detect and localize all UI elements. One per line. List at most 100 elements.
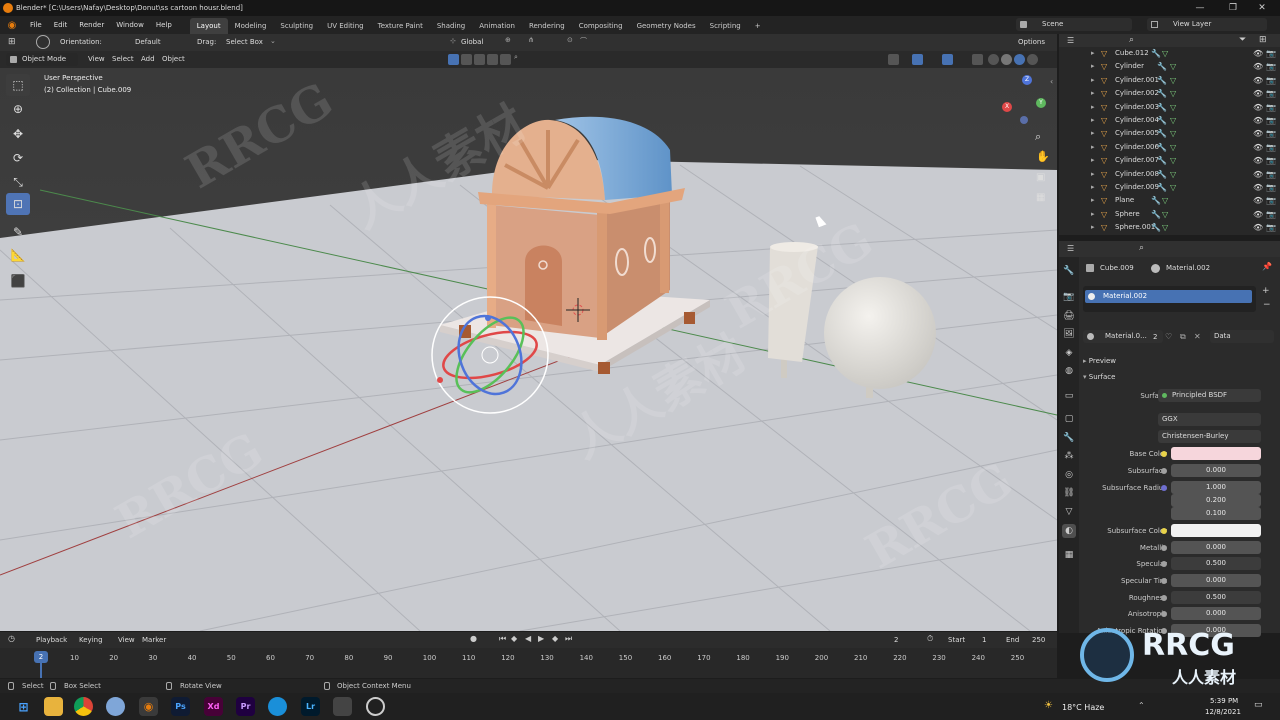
remove-slot-button[interactable]: − bbox=[1263, 300, 1271, 310]
xd-icon[interactable]: Xd bbox=[204, 697, 223, 716]
tab-sculpting[interactable]: Sculpting bbox=[273, 18, 320, 34]
visibility-eye-icon[interactable]: 👁 bbox=[1253, 74, 1263, 87]
output-tab-icon[interactable]: 🖨 bbox=[1062, 309, 1076, 323]
tab-geometry-nodes[interactable]: Geometry Nodes bbox=[630, 18, 703, 34]
modifier-tab-icon[interactable]: 🔧 bbox=[1062, 431, 1076, 445]
texture-tab-icon[interactable]: ▦ bbox=[1062, 548, 1076, 562]
render-camera-icon[interactable]: 📷 bbox=[1266, 194, 1276, 207]
tool-tab-icon[interactable]: 🔧 bbox=[1062, 264, 1076, 278]
material-slot-item[interactable]: Material.002 bbox=[1085, 290, 1252, 303]
camera-view-icon[interactable]: ▣ bbox=[1036, 172, 1045, 183]
menu-window[interactable]: Window bbox=[110, 16, 150, 34]
fake-user-icon[interactable]: ♡ bbox=[1165, 332, 1172, 341]
select-mode-subtract-icon[interactable] bbox=[474, 54, 485, 65]
modifier-icon[interactable]: 🔧 bbox=[1157, 114, 1167, 127]
measure-tool-icon[interactable]: 📐 bbox=[6, 244, 30, 266]
mesh-data-icon[interactable]: ▽ bbox=[1170, 114, 1176, 127]
socket-dot-icon[interactable] bbox=[1161, 611, 1167, 617]
playback-menu[interactable]: Playback bbox=[36, 634, 67, 647]
solid-shading-icon[interactable] bbox=[1001, 54, 1012, 65]
visibility-eye-icon[interactable]: 👁 bbox=[1253, 154, 1263, 167]
close-button[interactable]: ✕ bbox=[1242, 0, 1280, 16]
outliner-item[interactable]: ▸ ▽ Sphere 🔧 ▽ 👁 📷 bbox=[1059, 208, 1280, 221]
render-camera-icon[interactable]: 📷 bbox=[1266, 74, 1276, 87]
visibility-eye-icon[interactable]: 👁 bbox=[1253, 47, 1263, 60]
expand-arrow-icon[interactable]: ▸ bbox=[1091, 141, 1095, 154]
tab-uv-editing[interactable]: UV Editing bbox=[320, 18, 371, 34]
play-reverse-icon[interactable]: ◀ bbox=[525, 634, 531, 643]
render-camera-icon[interactable]: 📷 bbox=[1266, 181, 1276, 194]
render-camera-icon[interactable]: 📷 bbox=[1266, 47, 1276, 60]
visibility-eye-icon[interactable]: 👁 bbox=[1253, 181, 1263, 194]
play-icon[interactable]: ▶ bbox=[538, 634, 544, 643]
mesh-data-icon[interactable]: ▽ bbox=[1162, 47, 1168, 60]
menu-select[interactable]: Select bbox=[112, 53, 134, 66]
outliner-item[interactable]: ▸ ▽ Cylinder 🔧 ▽ 👁 📷 bbox=[1059, 60, 1280, 73]
timeline-editor-icon[interactable]: ◷ bbox=[8, 634, 15, 643]
visibility-eye-icon[interactable]: 👁 bbox=[1253, 101, 1263, 114]
mesh-data-icon[interactable]: ▽ bbox=[1170, 87, 1176, 100]
properties-editor-icon[interactable]: ☰ bbox=[1067, 244, 1074, 253]
jump-end-icon[interactable]: ⏭ bbox=[565, 634, 572, 644]
particles-tab-icon[interactable]: ⁂ bbox=[1062, 449, 1076, 463]
visibility-eye-icon[interactable]: 👁 bbox=[1253, 87, 1263, 100]
filter-icon[interactable]: ⏷ bbox=[1239, 35, 1246, 45]
mesh-data-icon[interactable]: ▽ bbox=[1170, 74, 1176, 87]
user-count[interactable]: 2 bbox=[1153, 333, 1157, 341]
socket-dot-icon[interactable] bbox=[1161, 485, 1167, 491]
scene-tab-icon[interactable]: ◈ bbox=[1062, 346, 1076, 360]
tab-scripting[interactable]: Scripting bbox=[703, 18, 748, 34]
rotate-tool-icon[interactable]: ⟳ bbox=[6, 147, 30, 169]
outliner-item[interactable]: ▸ ▽ Plane 🔧 ▽ 👁 📷 bbox=[1059, 194, 1280, 207]
drag-dropdown[interactable]: Select Box bbox=[226, 36, 263, 49]
tab-layout[interactable]: Layout bbox=[189, 18, 228, 34]
keying-menu[interactable]: Keying bbox=[79, 634, 103, 647]
pivot-icon[interactable]: ⊕ bbox=[505, 36, 511, 44]
duplicate-material-icon[interactable]: ⧉ bbox=[1180, 332, 1186, 342]
select-box-tool-icon[interactable]: ⬚ bbox=[6, 74, 30, 96]
media-player-icon[interactable] bbox=[333, 697, 352, 716]
preview-panel[interactable]: ▸ Preview bbox=[1083, 355, 1273, 368]
record-icon[interactable]: ● bbox=[470, 634, 477, 643]
distribution-dropdown[interactable]: GGX bbox=[1158, 413, 1261, 426]
cursor-tool-icon[interactable]: ⊕ bbox=[6, 98, 30, 120]
render-camera-icon[interactable]: 📷 bbox=[1266, 60, 1276, 73]
property-slider[interactable]: 0.500 bbox=[1171, 591, 1261, 604]
scale-tool-icon[interactable]: ⤡ bbox=[6, 171, 30, 193]
modifier-icon[interactable]: 🔧 bbox=[1157, 127, 1167, 140]
outliner-editor-icon[interactable]: ☰ bbox=[1067, 36, 1074, 45]
render-camera-icon[interactable]: 📷 bbox=[1266, 208, 1276, 221]
gizmo-y-axis[interactable]: Y bbox=[1036, 98, 1046, 108]
menu-render[interactable]: Render bbox=[73, 16, 110, 34]
photoshop-icon[interactable]: Ps bbox=[171, 697, 190, 716]
mesh-data-icon[interactable]: ▽ bbox=[1170, 60, 1176, 73]
render-camera-icon[interactable]: 📷 bbox=[1266, 221, 1276, 234]
end-frame-field[interactable]: 250 bbox=[1032, 634, 1045, 647]
app-icon[interactable] bbox=[366, 697, 385, 716]
expand-arrow-icon[interactable]: ▸ bbox=[1091, 181, 1095, 194]
render-camera-icon[interactable]: 📷 bbox=[1266, 101, 1276, 114]
tab-compositing[interactable]: Compositing bbox=[572, 18, 630, 34]
mesh-data-icon[interactable]: ▽ bbox=[1170, 181, 1176, 194]
property-value-field[interactable]: 0.000 bbox=[1171, 464, 1261, 477]
material-tab-icon[interactable]: ◐ bbox=[1062, 524, 1076, 538]
marker-menu[interactable]: Marker bbox=[142, 634, 166, 647]
render-camera-icon[interactable]: 📷 bbox=[1266, 127, 1276, 140]
stopwatch-icon[interactable]: ⏱ bbox=[927, 634, 933, 644]
outliner-item[interactable]: ▸ ▽ Cylinder.007 🔧 ▽ 👁 📷 bbox=[1059, 154, 1280, 167]
expand-arrow-icon[interactable]: ▸ bbox=[1091, 74, 1095, 87]
collection-tab-icon[interactable]: ▭ bbox=[1062, 389, 1076, 403]
outliner-item[interactable]: ▸ ▽ Cylinder.002 🔧 ▽ 👁 📷 bbox=[1059, 87, 1280, 100]
render-camera-icon[interactable]: 📷 bbox=[1266, 141, 1276, 154]
prev-keyframe-icon[interactable]: ◆ bbox=[511, 634, 517, 643]
orientation-dropdown[interactable]: Default bbox=[135, 36, 161, 49]
editor-type-icon[interactable]: ⊞ bbox=[8, 37, 16, 47]
property-value-field[interactable]: 1.000 bbox=[1171, 481, 1261, 494]
render-camera-icon[interactable]: 📷 bbox=[1266, 168, 1276, 181]
expand-arrow-icon[interactable]: ▸ bbox=[1091, 194, 1095, 207]
visibility-eye-icon[interactable]: 👁 bbox=[1253, 194, 1263, 207]
expand-arrow-icon[interactable]: ▸ bbox=[1091, 221, 1095, 234]
outliner-item[interactable]: ▸ ▽ Cylinder.001 🔧 ▽ 👁 📷 bbox=[1059, 74, 1280, 87]
modifier-icon[interactable]: 🔧 bbox=[1157, 87, 1167, 100]
premiere-icon[interactable]: Pr bbox=[236, 697, 255, 716]
